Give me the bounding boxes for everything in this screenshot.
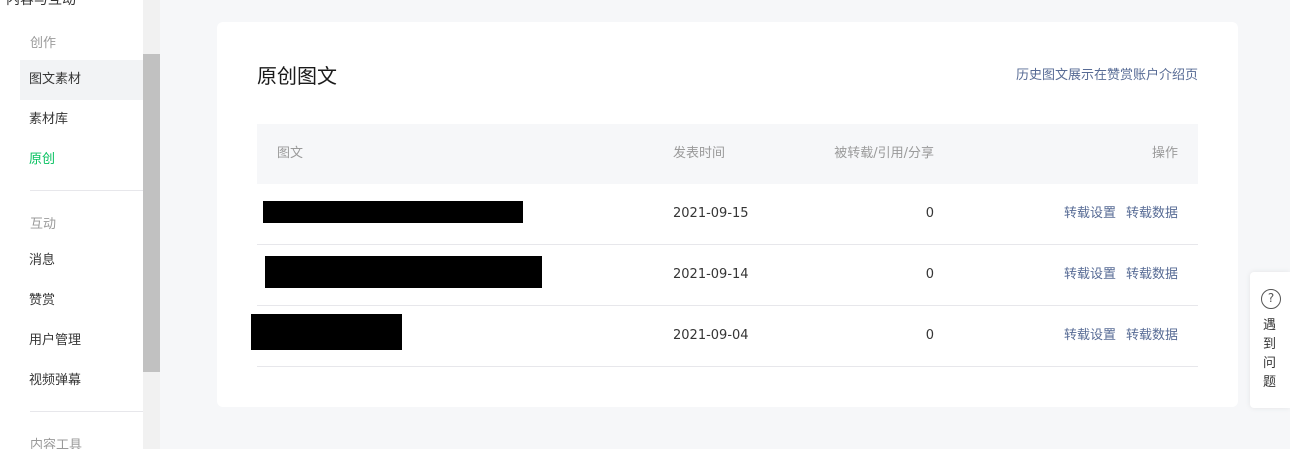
help-float-button[interactable]: ? 遇到问题 — [1250, 272, 1290, 408]
redacted-article-title — [251, 314, 402, 350]
row-operations: 转载设置 转载数据 — [1054, 245, 1178, 305]
header-operations: 操作 — [1151, 146, 1178, 161]
sidebar-item-user-management[interactable]: 用户管理 — [20, 321, 143, 361]
sidebar-item-article-materials[interactable]: 图文素材 — [20, 60, 143, 100]
publish-date: 2021-09-14 — [673, 267, 749, 282]
redacted-article-title — [263, 201, 523, 223]
question-circle-icon: ? — [1261, 289, 1281, 309]
share-count: 0 — [925, 328, 934, 343]
header-article: 图文 — [277, 146, 304, 161]
sidebar-item-label: 素材库 — [29, 112, 69, 127]
sidebar-item-messages[interactable]: 消息 — [20, 241, 143, 281]
repost-settings-link[interactable]: 转载设置 — [1064, 328, 1116, 343]
sidebar-divider — [30, 411, 143, 412]
sidebar: 内容与互动 创作 图文素材 素材库 原创 互动 消息 赞赏 用户管理 视频弹幕 … — [0, 0, 143, 449]
sidebar-item-original[interactable]: 原创 — [20, 140, 143, 180]
header-shares: 被转载/引用/分享 — [834, 146, 934, 161]
sidebar-item-label: 消息 — [29, 253, 56, 268]
page-title: 原创图文 — [257, 64, 337, 88]
row-operations: 转载设置 转载数据 — [1054, 306, 1178, 366]
sidebar-item-appreciation[interactable]: 赞赏 — [20, 281, 143, 321]
share-count: 0 — [925, 206, 934, 221]
sidebar-item-video-danmaku[interactable]: 视频弹幕 — [20, 361, 143, 401]
table-row: 2021-09-15 0 转载设置 转载数据 — [257, 184, 1198, 245]
repost-data-link[interactable]: 转载数据 — [1126, 328, 1178, 343]
sidebar-item-label: 图文素材 — [29, 72, 82, 87]
repost-data-link[interactable]: 转载数据 — [1126, 206, 1178, 221]
sidebar-item-label: 视频弹幕 — [29, 373, 82, 388]
repost-data-link[interactable]: 转载数据 — [1126, 267, 1178, 282]
redacted-article-title — [265, 256, 542, 288]
header-publish-date: 发表时间 — [673, 146, 726, 161]
sidebar-group-interact: 互动 — [30, 217, 57, 232]
table-header: 图文 发表时间 被转载/引用/分享 操作 — [257, 124, 1198, 184]
sidebar-item-label: 赞赏 — [29, 293, 56, 308]
share-count: 0 — [925, 267, 934, 282]
sidebar-item-label: 用户管理 — [29, 333, 82, 348]
scrollbar-thumb[interactable] — [143, 54, 160, 372]
sidebar-section-title: 内容与互动 — [6, 0, 76, 8]
articles-table: 图文 发表时间 被转载/引用/分享 操作 2021-09-15 0 转载设置 转载… — [251, 124, 1198, 367]
help-label: 遇到问题 — [1263, 318, 1277, 390]
table-row: 2021-09-04 0 转载设置 转载数据 — [251, 306, 1198, 367]
appreciation-account-intro-link[interactable]: 历史图文展示在赞赏账户介绍页 — [1016, 64, 1198, 83]
sidebar-divider — [30, 190, 143, 191]
table-row: 2021-09-14 0 转载设置 转载数据 — [257, 245, 1198, 306]
repost-settings-link[interactable]: 转载设置 — [1064, 267, 1116, 282]
row-operations: 转载设置 转载数据 — [1054, 184, 1178, 244]
publish-date: 2021-09-04 — [673, 328, 749, 343]
repost-settings-link[interactable]: 转载设置 — [1064, 206, 1116, 221]
sidebar-scrollbar[interactable] — [143, 0, 160, 449]
publish-date: 2021-09-15 — [673, 206, 749, 221]
sidebar-item-label: 原创 — [29, 152, 56, 167]
sidebar-group-tools: 内容工具 — [30, 438, 83, 449]
original-articles-card: 原创图文 历史图文展示在赞赏账户介绍页 图文 发表时间 被转载/引用/分享 操作… — [217, 22, 1238, 407]
sidebar-group-create: 创作 — [30, 36, 57, 51]
sidebar-item-material-library[interactable]: 素材库 — [20, 100, 143, 140]
